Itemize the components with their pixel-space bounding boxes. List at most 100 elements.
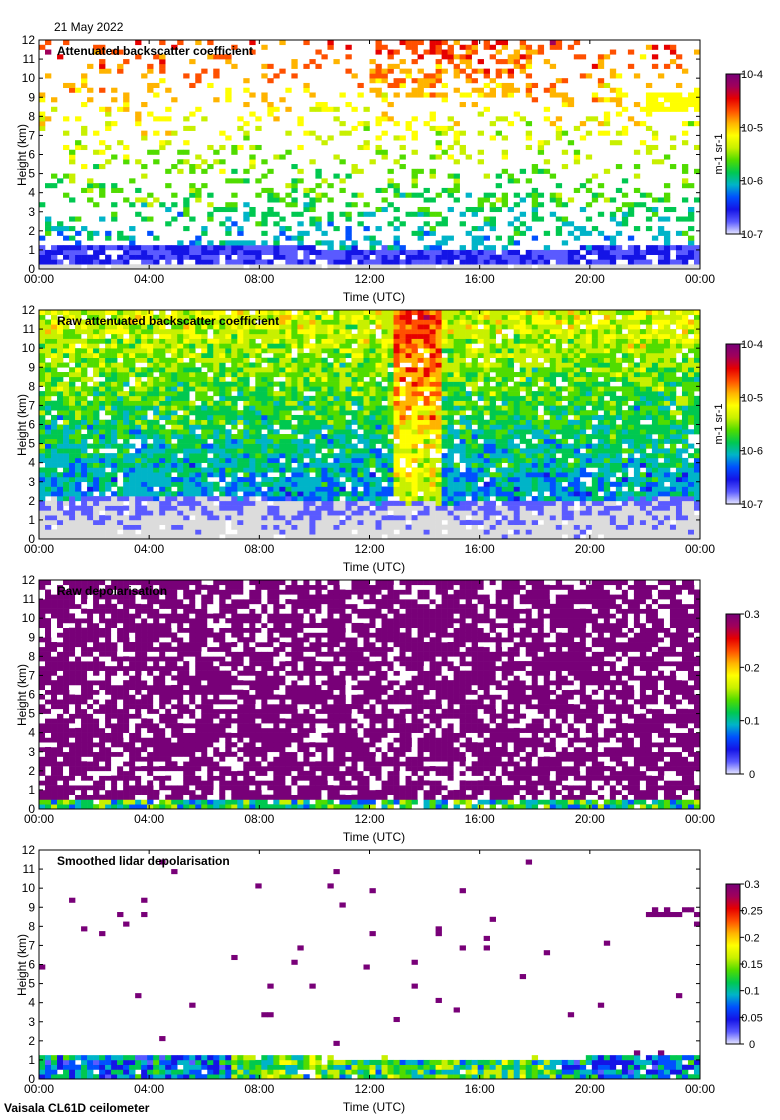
heatmap-cell <box>369 434 376 440</box>
heatmap-cell <box>141 491 148 497</box>
heatmap-cell <box>297 230 304 236</box>
heatmap-cell <box>447 434 454 440</box>
heatmap-cell <box>123 491 130 497</box>
heatmap-cell <box>303 395 310 401</box>
heatmap-cell <box>369 486 376 492</box>
heatmap-cell <box>411 524 418 530</box>
heatmap-cell <box>453 187 460 193</box>
heatmap-cell <box>675 102 683 108</box>
heatmap-cell <box>291 259 298 265</box>
heatmap-cell <box>123 159 130 165</box>
heatmap-cell <box>129 424 136 430</box>
heatmap-cell <box>81 405 88 411</box>
heatmap-cell <box>165 168 172 174</box>
heatmap-cell <box>453 486 460 492</box>
heatmap-cell <box>159 529 166 535</box>
heatmap-cell <box>63 249 70 255</box>
heatmap-cell <box>171 192 178 198</box>
heatmap-cell <box>231 486 238 492</box>
heatmap-cell <box>123 438 130 444</box>
heatmap-cell <box>501 202 509 208</box>
heatmap-cell <box>111 338 118 344</box>
heatmap-cell <box>183 211 190 217</box>
heatmap-cell <box>135 491 142 497</box>
heatmap-cell <box>195 245 202 251</box>
heatmap-cell <box>237 395 244 401</box>
heatmap-cell <box>435 367 442 373</box>
heatmap-cell <box>219 249 226 255</box>
heatmap-cell <box>339 395 346 401</box>
heatmap-cell <box>69 159 76 165</box>
heatmap-cell <box>465 467 472 473</box>
heatmap-cell <box>447 453 454 459</box>
heatmap-cell <box>99 457 106 463</box>
heatmap-cell <box>477 510 484 516</box>
heatmap-cell <box>255 125 262 131</box>
heatmap-cell <box>621 92 629 98</box>
heatmap-cell <box>525 178 533 184</box>
heatmap-cell <box>219 414 226 421</box>
heatmap-cell <box>345 372 352 378</box>
heatmap-cell <box>387 438 394 444</box>
heatmap-cell <box>273 405 280 411</box>
heatmap-cell <box>567 254 575 260</box>
heatmap-cell <box>249 333 256 339</box>
heatmap-cell <box>357 168 364 174</box>
heatmap-cell <box>615 87 623 93</box>
heatmap-cell <box>117 63 124 69</box>
heatmap-cell <box>405 44 412 50</box>
heatmap-cell <box>249 111 256 117</box>
heatmap-cell <box>273 381 280 387</box>
heatmap-cell <box>165 467 172 473</box>
heatmap-cell <box>219 159 226 165</box>
heatmap-cell <box>549 40 557 46</box>
heatmap-cell <box>387 476 394 483</box>
heatmap-cell <box>255 221 262 227</box>
heatmap-cell <box>261 245 268 251</box>
heatmap-cell <box>117 453 124 459</box>
colorbar-ticks: 10-710-610-510-4 <box>740 69 763 241</box>
heatmap-cell <box>171 500 178 506</box>
heatmap-cell <box>543 116 551 122</box>
heatmap-cell <box>207 395 214 401</box>
heatmap-cell <box>465 372 472 378</box>
heatmap-cell <box>465 73 472 79</box>
heatmap-cell <box>321 414 328 421</box>
heatmap-cell <box>501 254 509 260</box>
heatmap-cell <box>129 529 136 535</box>
heatmap-cell <box>147 68 154 74</box>
heatmap-cell <box>141 519 148 525</box>
heatmap-cell <box>201 362 208 368</box>
heatmap-cell <box>153 352 160 359</box>
heatmap-cell <box>417 414 424 421</box>
heatmap-cell <box>381 429 388 435</box>
heatmap-cell <box>531 97 539 103</box>
heatmap-cell <box>153 519 160 525</box>
heatmap-cell <box>441 510 448 516</box>
heatmap-cell <box>171 367 178 373</box>
heatmap-cell <box>327 183 334 189</box>
heatmap-cell <box>405 343 412 349</box>
heatmap-cell <box>153 448 160 454</box>
heatmap-cell <box>303 130 310 136</box>
heatmap-cell <box>603 111 611 117</box>
heatmap-cell <box>423 319 430 325</box>
heatmap-cell <box>429 524 436 530</box>
heatmap-cell <box>663 44 671 50</box>
y-tick-label: 8 <box>28 109 35 123</box>
heatmap-cell <box>303 192 310 198</box>
heatmap-cell <box>135 510 142 516</box>
heatmap-cell <box>495 40 502 46</box>
heatmap-cell <box>507 68 515 74</box>
heatmap-cell <box>111 410 118 416</box>
heatmap-cell <box>225 386 232 392</box>
heatmap-cell <box>399 438 406 444</box>
heatmap-cell <box>255 178 262 184</box>
heatmap-cell <box>399 357 406 363</box>
heatmap-cell <box>291 443 298 449</box>
heatmap-cell <box>405 505 412 511</box>
heatmap-cell <box>243 348 250 354</box>
heatmap-cell <box>195 343 202 349</box>
heatmap-cell <box>465 453 472 459</box>
heatmap-cell <box>339 419 346 425</box>
